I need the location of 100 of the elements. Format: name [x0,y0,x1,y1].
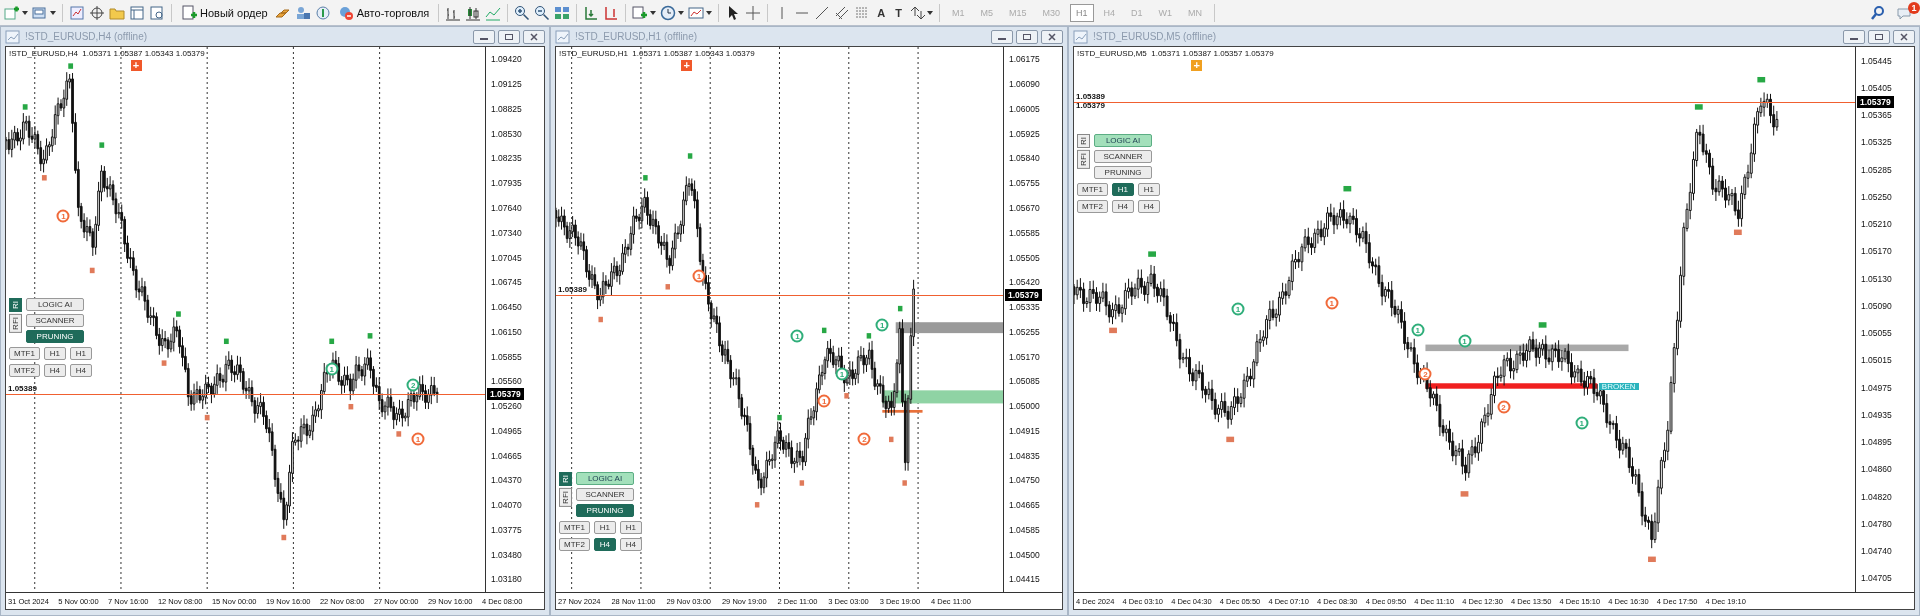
window-title: !STD_EURUSD,H1 (offline) [575,31,698,42]
indicator-button[interactable]: MTF2 [559,538,590,552]
indicator-button[interactable]: PRUNING [1094,166,1152,180]
price-axis-label: 1.06745 [491,277,522,288]
price-axis-label: 1.05855 [491,351,522,362]
auto-trading-button[interactable]: Авто-торговля [334,3,433,22]
window-title: !STD_EURUSD,H4 (offline) [25,31,148,42]
price-axis-label: 1.05840 [1009,153,1040,164]
price-axis-label: 1.04750 [1009,475,1040,486]
text-label-tool[interactable]: T [892,6,905,19]
price-axis-label: 1.05405 [1861,82,1892,93]
price-axis-label: 1.06150 [491,326,522,337]
signal-marker: 1 [56,209,70,223]
indicator-button[interactable]: H4 [69,363,92,377]
indicator-button[interactable]: H1 [69,346,92,360]
signal-marker: 1 [1325,296,1339,310]
indicator-button[interactable]: LOGIC AI [26,297,84,311]
indicator-tab[interactable]: RI [559,472,572,487]
indicator-button[interactable]: SCANNER [1094,150,1152,164]
current-price-tag: 1.05379 [1857,95,1894,108]
price-axis-label: 1.05505 [1009,252,1040,263]
price-axis-label: 1.05090 [1861,300,1892,311]
indicator-button[interactable]: MTF2 [1077,200,1108,214]
indicator-tab[interactable]: RI [9,297,22,312]
price-axis-label: 1.05000 [1009,401,1040,412]
price-axis-label: 1.04070 [491,500,522,511]
indicator-tab[interactable]: RI [1077,134,1090,149]
signal-marker: 1 [1231,302,1245,316]
signal-marker: 1 [875,318,889,332]
price-axis-label: 1.04780 [1861,518,1892,529]
indicator-button[interactable]: H4 [619,538,642,552]
price-axis-label: 1.04820 [1861,491,1892,502]
price-axis-label: 1.07935 [491,178,522,189]
indicator-button[interactable]: PRUNING [26,329,84,343]
text-tool[interactable]: A [874,6,889,19]
indicator-button[interactable]: LOGIC AI [1094,134,1152,148]
indicator-tab[interactable]: RFI [9,313,22,333]
timeframe-button[interactable]: H1 [1070,3,1094,22]
indicator-button[interactable]: LOGIC AI [576,472,634,486]
signal-marker: 2 [857,432,871,446]
signal-marker: 1 [790,329,804,343]
indicator-button[interactable]: H1 [1137,183,1160,197]
indicator-button[interactable]: H4 [43,363,66,377]
price-axis-label: 1.05925 [1009,128,1040,139]
window-title: !STD_EURUSD,M5 (offline) [1093,31,1217,42]
price-axis-label: 1.04585 [1009,524,1040,535]
price-axis-label: 1.04665 [491,450,522,461]
indicator-button[interactable]: H1 [43,346,66,360]
signal-marker: 1 [1458,334,1471,348]
price-axis-label: 1.03480 [491,549,522,560]
signal-marker: 1 [411,432,425,446]
signal-marker: 2 [406,378,420,392]
indicator-button[interactable]: H4 [1137,200,1160,214]
indicator-button[interactable]: H4 [593,538,616,552]
indicator-button[interactable]: SCANNER [26,313,84,327]
price-axis-label: 1.05170 [1861,246,1892,257]
price-axis-label: 1.06005 [1009,103,1040,114]
price-axis-label: 1.06175 [1009,54,1040,65]
indicator-button[interactable]: H1 [619,521,642,535]
price-axis-label: 1.05250 [1861,191,1892,202]
price-line-label: 1.05389 [1076,91,1105,101]
price-axis-label: 1.05335 [1009,302,1040,313]
price-axis-label: 1.07640 [491,202,522,213]
indicator-button[interactable]: PRUNING [576,504,634,518]
price-axis-label: 1.09420 [491,54,522,65]
price-axis-label: 1.05755 [1009,178,1040,189]
indicator-button[interactable]: SCANNER [576,488,634,502]
price-axis-label: 1.05085 [1009,376,1040,387]
price-axis-label: 1.04500 [1009,549,1040,560]
price-axis-label: 1.05670 [1009,202,1040,213]
indicator-tab[interactable]: RFI [559,488,572,507]
price-axis-label: 1.04975 [1861,382,1892,393]
price-axis-label: 1.04915 [1009,425,1040,436]
price-axis-label: 1.04860 [1861,464,1892,475]
price-axis-label: 1.05365 [1861,110,1892,121]
signal-marker: 1 [1411,323,1425,337]
price-axis-label: 1.05260 [491,401,522,412]
price-axis-label: 1.04935 [1861,409,1892,420]
chart-info-text: !STD_EURUSD,H1 1.05371 1.05387 1.05343 1.05379 [559,49,755,58]
indicator-button[interactable]: MTF1 [9,346,40,360]
price-axis-label: 1.05210 [1861,219,1892,230]
price-axis-label: 1.05585 [1009,227,1040,238]
indicator-button[interactable]: MTF1 [559,521,590,535]
indicator-button[interactable]: H4 [1111,200,1134,214]
indicator-button[interactable]: H1 [593,521,616,535]
indicator-tab[interactable]: RFI [1077,150,1090,170]
current-price-tag: 1.05379 [1005,288,1042,301]
indicator-button[interactable]: MTF2 [9,363,40,377]
price-axis-label: 1.03775 [491,524,522,535]
price-axis-label: 1.08825 [491,103,522,114]
new-order-button[interactable]: Новый ордер [178,3,271,22]
price-axis-label: 1.07045 [491,252,522,263]
price-axis-label: 1.04835 [1009,450,1040,461]
indicator-button[interactable]: MTF1 [1077,183,1108,197]
price-line-label: 1.05379 [1076,100,1105,110]
indicator-button[interactable]: H1 [1111,183,1134,197]
current-price-tag: 1.05379 [487,387,524,400]
price-axis-label: 1.04415 [1009,574,1040,585]
signal-marker: 1 [1575,416,1589,430]
signal-marker: 2 [1497,400,1511,414]
